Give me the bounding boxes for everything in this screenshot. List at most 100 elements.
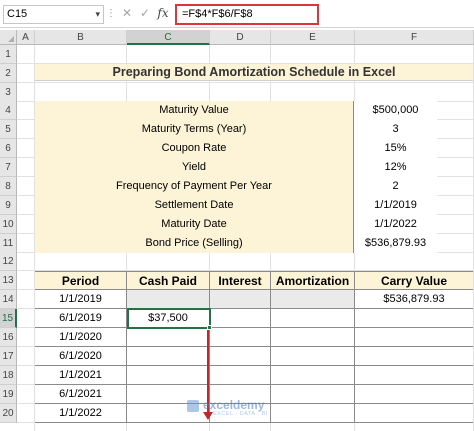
schedule-cell-amortization[interactable] <box>271 309 355 327</box>
row-header-10[interactable]: 10 <box>0 215 17 234</box>
schedule-cell-interest[interactable] <box>210 366 271 384</box>
schedule-cell-amortization[interactable] <box>271 366 355 384</box>
chevron-down-icon[interactable]: ▾ <box>95 6 100 23</box>
info-row: Settlement Date 1/1/2019 <box>35 196 437 215</box>
row-header-16[interactable]: 16 <box>0 328 17 347</box>
formula-bar: C15 ▾ ⋮ ✕ ✓ fx =F$4*F$6/F$8 <box>0 0 474 28</box>
schedule-cell-interest[interactable] <box>210 347 271 365</box>
row-header-9[interactable]: 9 <box>0 196 17 215</box>
row-header-1[interactable]: 1 <box>0 45 17 64</box>
info-value[interactable]: 3 <box>354 120 437 139</box>
row-header-15[interactable]: 15 <box>0 309 17 328</box>
exceldemy-watermark: exceldemy EXCEL · DATA · BI <box>187 398 297 420</box>
header-cash-paid[interactable]: Cash Paid <box>127 272 210 290</box>
schedule-cell-cash-paid[interactable] <box>127 347 210 365</box>
more-options-icon[interactable]: ⋮ <box>106 5 116 24</box>
enter-icon[interactable]: ✓ <box>138 5 152 24</box>
schedule-cell-period[interactable]: 1/1/2022 <box>35 404 127 422</box>
schedule-cell-carry-value[interactable] <box>355 385 473 403</box>
row-header-12[interactable]: 12 <box>0 252 17 271</box>
info-value[interactable]: $500,000 <box>354 101 437 120</box>
schedule-cell-interest[interactable] <box>210 309 271 327</box>
row-header-18[interactable]: 18 <box>0 366 17 385</box>
info-label[interactable]: Settlement Date <box>35 196 354 215</box>
schedule-row: 6/1/2019 $37,500 <box>35 309 473 328</box>
column-header-d[interactable]: D <box>210 30 271 45</box>
info-label[interactable]: Bond Price (Selling) <box>35 234 354 253</box>
formula-input[interactable]: =F$4*F$6/F$8 <box>175 4 319 25</box>
info-label[interactable]: Maturity Value <box>35 101 354 120</box>
info-value[interactable]: 2 <box>354 177 437 196</box>
schedule-cell-amortization[interactable] <box>271 347 355 365</box>
row-header-4[interactable]: 4 <box>0 101 17 120</box>
schedule-cell-carry-value[interactable] <box>355 366 473 384</box>
info-row: Bond Price (Selling) $536,879.93 <box>35 234 437 253</box>
name-box-value: C15 <box>7 8 28 20</box>
info-label[interactable]: Yield <box>35 158 354 177</box>
schedule-cell-cash-paid[interactable] <box>127 366 210 384</box>
row-header-20[interactable]: 20 <box>0 404 17 423</box>
row-header-17[interactable]: 17 <box>0 347 17 366</box>
schedule-cell-period[interactable]: 6/1/2019 <box>35 309 127 327</box>
schedule-cell-cash-paid[interactable] <box>127 328 210 346</box>
info-row: Maturity Value $500,000 <box>35 101 437 120</box>
schedule-cell-carry-value[interactable]: $536,879.93 <box>355 290 473 308</box>
info-value[interactable]: 1/1/2022 <box>354 215 437 234</box>
watermark-name: exceldemy <box>203 398 265 412</box>
schedule-row: 1/1/2021 <box>35 366 473 385</box>
select-all-corner[interactable] <box>0 30 17 45</box>
schedule-row: 1/1/2019 $536,879.93 <box>35 290 473 309</box>
row-header-3[interactable]: 3 <box>0 83 17 102</box>
info-label[interactable]: Coupon Rate <box>35 139 354 158</box>
schedule-row: 6/1/2020 <box>35 347 473 366</box>
active-cell-c15[interactable] <box>127 308 211 329</box>
row-header-11[interactable]: 11 <box>0 234 17 253</box>
schedule-cell-cash-paid[interactable] <box>127 290 210 308</box>
row-header-8[interactable]: 8 <box>0 177 17 196</box>
column-header-a[interactable]: A <box>17 30 35 45</box>
schedule-cell-interest[interactable] <box>210 328 271 346</box>
row-header-13[interactable]: 13 <box>0 271 17 290</box>
column-header-f[interactable]: F <box>355 30 474 45</box>
header-carry-value[interactable]: Carry Value <box>355 272 473 290</box>
row-header-2[interactable]: 2 <box>0 64 17 83</box>
schedule-cell-period[interactable]: 1/1/2021 <box>35 366 127 384</box>
schedule-cell-amortization[interactable] <box>271 290 355 308</box>
sheet-title[interactable]: Preparing Bond Amortization Schedule in … <box>35 64 473 81</box>
info-value[interactable]: 15% <box>354 139 437 158</box>
info-label[interactable]: Maturity Date <box>35 215 354 234</box>
info-label[interactable]: Maturity Terms (Year) <box>35 120 354 139</box>
header-period[interactable]: Period <box>35 272 127 290</box>
row-header-5[interactable]: 5 <box>0 120 17 139</box>
schedule-cell-carry-value[interactable] <box>355 328 473 346</box>
name-box[interactable]: C15 ▾ <box>3 5 104 24</box>
schedule-cell-period[interactable]: 6/1/2021 <box>35 385 127 403</box>
schedule-cell-carry-value[interactable] <box>355 404 473 422</box>
schedule-cell-period[interactable]: 1/1/2019 <box>35 290 127 308</box>
schedule-cell-amortization[interactable] <box>271 328 355 346</box>
row-header-6[interactable]: 6 <box>0 139 17 158</box>
info-row: Coupon Rate 15% <box>35 139 437 158</box>
insert-function-icon[interactable]: fx <box>155 5 171 24</box>
schedule-cell-carry-value[interactable] <box>355 347 473 365</box>
info-value[interactable]: 1/1/2019 <box>354 196 437 215</box>
column-header-e[interactable]: E <box>271 30 355 45</box>
cancel-icon[interactable]: ✕ <box>120 5 134 24</box>
formula-input-extension[interactable] <box>319 4 474 25</box>
info-row: Yield 12% <box>35 158 437 177</box>
schedule-cell-carry-value[interactable] <box>355 309 473 327</box>
schedule-cell-interest[interactable] <box>210 290 271 308</box>
column-header-c[interactable]: C <box>127 30 210 45</box>
header-interest[interactable]: Interest <box>210 272 271 290</box>
schedule-cell-period[interactable]: 1/1/2020 <box>35 328 127 346</box>
info-row: Maturity Terms (Year) 3 <box>35 120 437 139</box>
info-value[interactable]: 12% <box>354 158 437 177</box>
column-header-b[interactable]: B <box>35 30 127 45</box>
row-header-14[interactable]: 14 <box>0 290 17 309</box>
schedule-cell-period[interactable]: 6/1/2020 <box>35 347 127 365</box>
row-header-7[interactable]: 7 <box>0 158 17 177</box>
info-value[interactable]: $536,879.93 <box>354 234 437 253</box>
row-header-19[interactable]: 19 <box>0 385 17 404</box>
info-label[interactable]: Frequency of Payment Per Year <box>35 177 354 196</box>
header-amortization[interactable]: Amortization <box>271 272 355 290</box>
